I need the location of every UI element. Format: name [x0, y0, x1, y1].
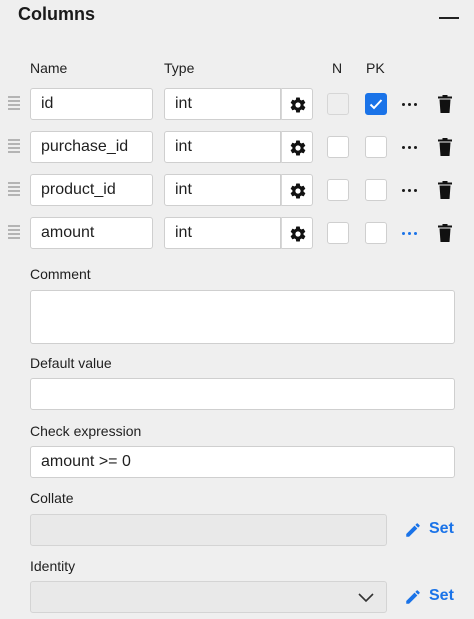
delete-trash-icon[interactable]	[438, 181, 452, 199]
more-options-icon[interactable]	[402, 182, 420, 198]
identity-label: Identity	[30, 558, 76, 574]
primary-key-checkbox[interactable]	[365, 222, 387, 244]
drag-handle-icon[interactable]	[8, 225, 20, 241]
drag-handle-icon[interactable]	[8, 96, 20, 112]
column-row: id int	[0, 88, 474, 120]
column-type-input[interactable]: int	[164, 174, 281, 206]
identity-select	[30, 581, 387, 613]
drag-handle-icon[interactable]	[8, 139, 20, 155]
column-type-input[interactable]: int	[164, 217, 281, 249]
column-name-input[interactable]: amount	[30, 217, 153, 249]
type-settings-button[interactable]	[281, 131, 313, 163]
more-options-icon[interactable]	[402, 139, 420, 155]
collapse-minus-icon[interactable]	[438, 12, 460, 24]
collate-label: Collate	[30, 490, 74, 506]
primary-key-checkbox[interactable]	[365, 136, 387, 158]
collate-input	[30, 514, 387, 546]
type-settings-button[interactable]	[281, 88, 313, 120]
nullable-checkbox[interactable]	[327, 136, 349, 158]
column-row: amount int	[0, 217, 474, 249]
check-expression-label: Check expression	[30, 423, 142, 439]
gear-icon	[290, 97, 306, 113]
type-settings-button[interactable]	[281, 217, 313, 249]
drag-handle-icon[interactable]	[8, 182, 20, 198]
section-header: Columns	[18, 4, 460, 28]
column-header-nullable: N	[332, 60, 343, 76]
pencil-icon	[406, 523, 420, 537]
pencil-icon	[406, 590, 420, 604]
identity-set-label: Set	[429, 587, 454, 604]
column-name-input[interactable]: id	[30, 88, 153, 120]
more-options-icon[interactable]	[402, 96, 420, 112]
delete-trash-icon[interactable]	[438, 224, 452, 242]
comment-textarea[interactable]	[30, 290, 455, 344]
delete-trash-icon[interactable]	[438, 138, 452, 156]
column-header-type: Type	[164, 60, 195, 76]
collate-set-label: Set	[429, 520, 454, 537]
column-type-input[interactable]: int	[164, 131, 281, 163]
gear-icon	[290, 140, 306, 156]
section-title: Columns	[18, 4, 96, 24]
column-header-primary-key: PK	[366, 60, 385, 76]
default-value-label: Default value	[30, 355, 112, 371]
column-row: purchase_id int	[0, 131, 474, 163]
columns-panel: Columns Name Type N PK id int purchase_i…	[0, 0, 474, 619]
more-options-icon[interactable]	[402, 225, 420, 241]
default-value-input[interactable]	[30, 378, 455, 410]
primary-key-checkbox[interactable]	[365, 93, 387, 115]
column-name-input[interactable]: purchase_id	[30, 131, 153, 163]
delete-trash-icon[interactable]	[438, 95, 452, 113]
gear-icon	[290, 226, 306, 242]
comment-label: Comment	[30, 266, 91, 282]
column-name-input[interactable]: product_id	[30, 174, 153, 206]
gear-icon	[290, 183, 306, 199]
nullable-checkbox[interactable]	[327, 179, 349, 201]
check-expression-input[interactable]: amount >= 0	[30, 446, 455, 478]
column-row: product_id int	[0, 174, 474, 206]
column-header-name: Name	[30, 60, 68, 76]
chevron-down-icon	[358, 593, 374, 603]
collate-set-button[interactable]: Set	[404, 518, 460, 542]
primary-key-checkbox[interactable]	[365, 179, 387, 201]
column-type-input[interactable]: int	[164, 88, 281, 120]
identity-set-button[interactable]: Set	[404, 585, 460, 609]
nullable-checkbox[interactable]	[327, 93, 349, 115]
type-settings-button[interactable]	[281, 174, 313, 206]
checkmark-icon	[369, 99, 383, 110]
nullable-checkbox[interactable]	[327, 222, 349, 244]
